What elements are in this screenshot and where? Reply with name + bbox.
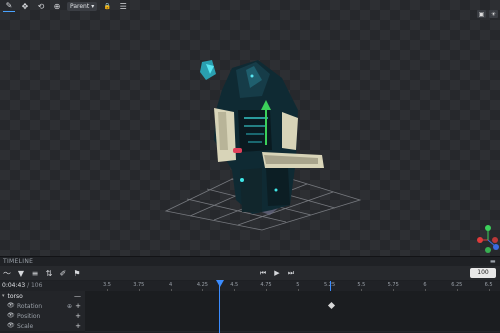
add-keyframe-button[interactable]: + <box>75 302 81 310</box>
timeline-toolbar: 〜 ▼ ≡ ⇅ ✐ ⚑ ⏮ ▶ ⏭ 100 <box>0 266 500 280</box>
chevron-down-icon[interactable]: ▾ <box>2 293 5 299</box>
timecode-display: 0:04:43 / 106 <box>0 281 87 291</box>
menu-icon[interactable]: ☰ <box>117 1 129 12</box>
keyframe-mode-icon[interactable]: ⊕ <box>67 303 72 310</box>
ruler-tick-label: 5.5 <box>357 282 366 288</box>
collapse-icon[interactable]: ▬ <box>490 257 496 266</box>
scene-canvas[interactable] <box>0 0 500 256</box>
animator-rows: ▾ torso — 👁 Rotation ⊕ + 👁 Position + 👁 … <box>0 290 500 333</box>
view-toggles: ▣ ☀ <box>477 10 498 18</box>
move-tool-icon[interactable]: ✥ <box>19 1 31 12</box>
ruler-tick-label: 5.75 <box>387 282 399 288</box>
time-ruler[interactable]: 3.53.7544.254.54.7555.255.55.7566.256.5 <box>85 281 500 291</box>
z-axis-dot[interactable] <box>493 244 499 250</box>
neg-x-axis-dot[interactable] <box>492 237 498 243</box>
channel-row-rotation[interactable]: 👁 Rotation ⊕ + <box>0 300 500 312</box>
orientation-gizmo[interactable] <box>477 225 499 253</box>
warden-model[interactable] <box>200 60 324 214</box>
channel-row-scale[interactable]: 👁 Scale + <box>0 320 500 332</box>
eye-icon[interactable]: 👁 <box>7 303 15 309</box>
channel-label: Scale <box>17 322 34 330</box>
channel-label: Rotation <box>17 302 43 310</box>
previous-keyframe-button[interactable]: ⏮ <box>258 269 268 278</box>
pivot-mode-value: Parent <box>70 2 90 10</box>
current-time: 0:04:43 <box>2 282 26 289</box>
play-button[interactable]: ▶ <box>272 269 282 277</box>
eye-icon[interactable]: 👁 <box>7 313 15 319</box>
panel-title: TIMELINE <box>3 258 34 265</box>
ruler-tick-label: 5 <box>296 282 300 288</box>
ruler-tick-label: 3.5 <box>103 282 111 288</box>
eye-icon[interactable]: 👁 <box>7 323 15 329</box>
ruler-tick-label: 4.25 <box>196 282 208 288</box>
lock-icon[interactable]: 🔒 <box>101 1 113 12</box>
bone-name: torso <box>7 292 23 300</box>
rotate-arrows-icon[interactable]: ⟲ <box>35 1 47 12</box>
gizmo-x-handle[interactable] <box>233 148 242 153</box>
ruler-tick-label: 6 <box>423 282 427 288</box>
sun-view-icon[interactable]: ☀ <box>489 10 498 18</box>
timeline-panel-header: TIMELINE ▬ <box>0 256 500 266</box>
pivot-mode-select[interactable]: Parent ▾ <box>67 1 98 11</box>
channel-row-position[interactable]: 👁 Position + <box>0 310 500 322</box>
y-axis-dot[interactable] <box>485 225 491 231</box>
next-keyframe-button[interactable]: ⏭ <box>286 269 296 278</box>
ruler-tick-label: 4.75 <box>260 282 272 288</box>
sort-icon[interactable]: ⇅ <box>42 266 56 280</box>
filter-icon[interactable]: ▼ <box>14 266 28 280</box>
ruler-tick-label: 4.5 <box>230 282 239 288</box>
3d-viewport[interactable]: ✎ ✥ ⟲ ⊕ Parent ▾ 🔒 ☰ ▣ ☀ <box>0 0 500 256</box>
total-frames: / 106 <box>27 282 43 289</box>
flag-icon[interactable]: ⚑ <box>70 266 84 280</box>
ruler-tick-label: 6.25 <box>451 282 463 288</box>
neg-y-axis-dot[interactable] <box>485 247 491 253</box>
ruler-tick-label: 4 <box>169 282 173 288</box>
image-view-icon[interactable]: ▣ <box>477 10 486 18</box>
list-icon[interactable]: ≡ <box>28 266 42 280</box>
graph-editor-icon[interactable]: 〜 <box>0 266 14 280</box>
bone-group-row[interactable]: ▾ torso — <box>0 290 500 302</box>
add-keyframe-button[interactable]: + <box>75 312 81 320</box>
playhead-handle[interactable] <box>215 280 224 287</box>
rotate-tool-icon[interactable]: ✎ <box>3 0 15 12</box>
animation-end-marker <box>330 281 331 291</box>
chevron-down-icon: ▾ <box>91 2 95 10</box>
add-keyframe-button[interactable]: + <box>75 322 81 330</box>
channel-label: Position <box>17 312 41 320</box>
scale-track[interactable] <box>85 320 500 332</box>
playback-controls: ⏮ ▶ ⏭ <box>258 266 296 280</box>
timeline-zoom-input[interactable]: 100 <box>470 268 496 278</box>
collapse-group-button[interactable]: — <box>74 292 81 300</box>
ruler-tick-label: 6.5 <box>484 282 493 288</box>
ruler-tick-label: 3.75 <box>133 282 145 288</box>
paint-icon[interactable]: ✐ <box>56 266 70 280</box>
pivot-tool-icon[interactable]: ⊕ <box>51 1 63 12</box>
x-axis-dot[interactable] <box>477 237 483 243</box>
viewport-toolbar: ✎ ✥ ⟲ ⊕ Parent ▾ 🔒 ☰ <box>0 0 132 12</box>
playhead[interactable] <box>219 281 220 333</box>
